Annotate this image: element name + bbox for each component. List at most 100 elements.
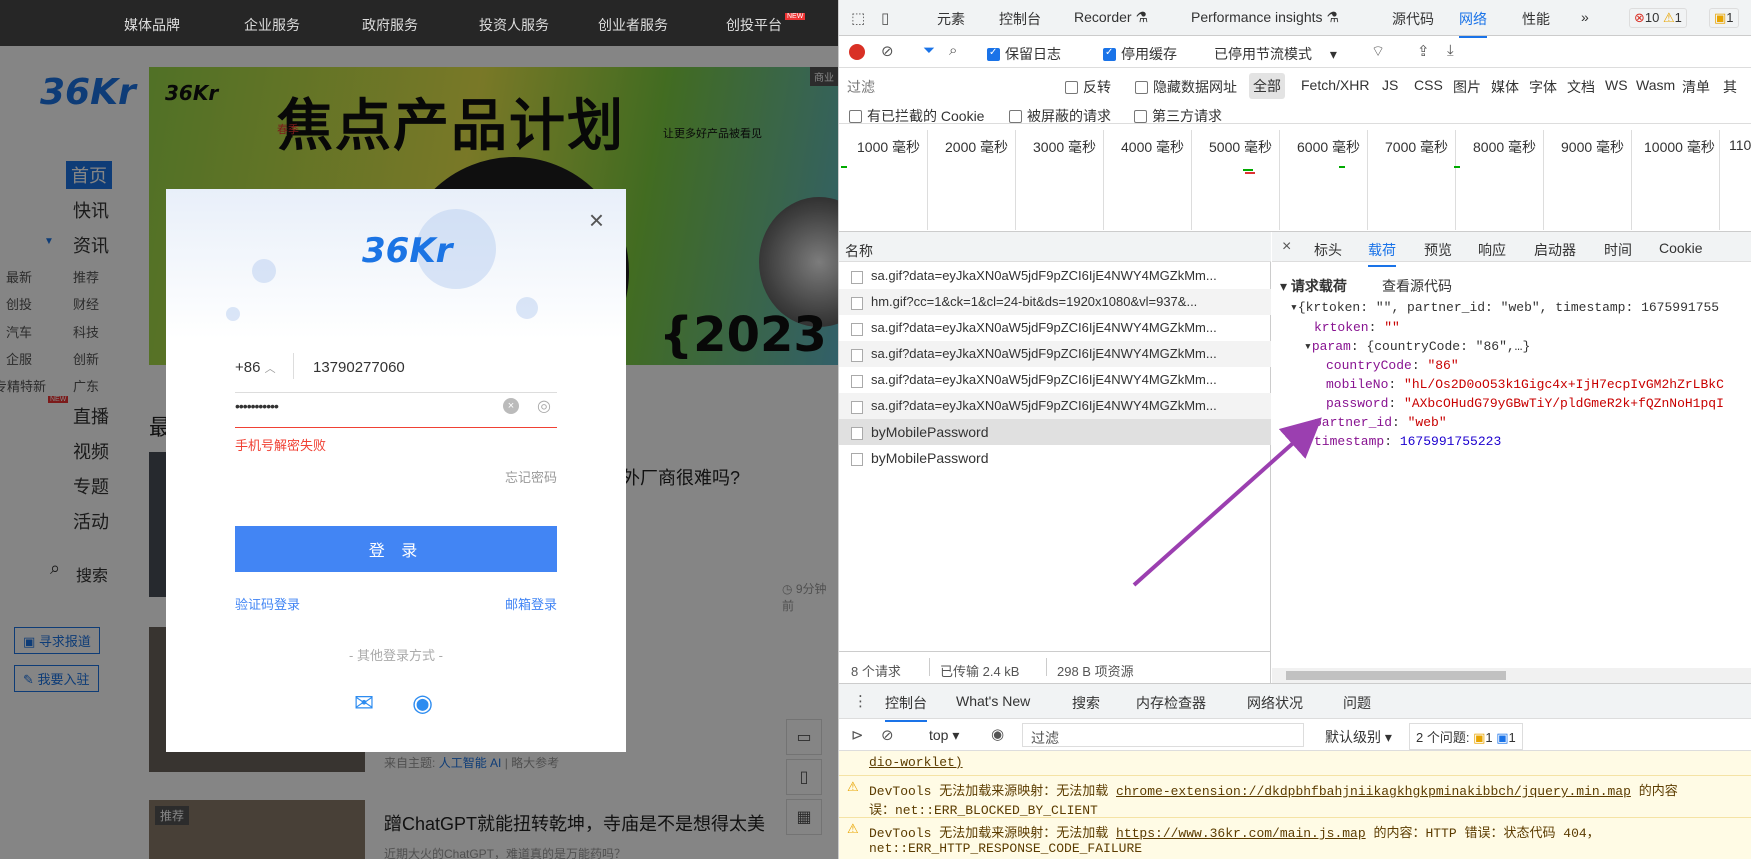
tab-network[interactable]: 网络 <box>1459 9 1487 38</box>
console-warning: ⚠ DevTools 无法加载来源映射：无法加载 https://www.36k… <box>839 817 1751 859</box>
clear-console-icon[interactable]: ⊘ <box>881 726 894 744</box>
tab-elements[interactable]: 元素 <box>937 9 965 29</box>
tab-performance-insights[interactable]: Performance insights ⚗ <box>1191 9 1339 26</box>
request-row[interactable]: hm.gif?cc=1&ck=1&cl=24-bit&ds=1920x1080&… <box>839 289 1271 315</box>
request-row[interactable]: sa.gif?data=eyJkaXN0aW5jdF9pZCI6IjE4NWY4… <box>839 393 1271 419</box>
scrollbar-thumb[interactable] <box>1286 671 1506 680</box>
throttle-select[interactable]: 已停用节流模式 ▾ <box>1214 44 1337 64</box>
nav-item[interactable]: 创业者服务 <box>598 15 668 35</box>
eye-icon[interactable]: ◉ <box>991 725 1004 743</box>
tab-headers[interactable]: 标头 <box>1314 240 1342 260</box>
preserve-log-checkbox[interactable]: 保留日志 <box>987 44 1061 64</box>
tab-console[interactable]: 控制台 <box>999 9 1041 29</box>
tab-preview[interactable]: 预览 <box>1424 240 1452 260</box>
tab-sources[interactable]: 源代码 <box>1392 9 1434 29</box>
sidebar-toggle-icon[interactable]: ⊳ <box>851 726 864 744</box>
request-row[interactable]: byMobilePassword <box>839 445 1271 471</box>
nav-item[interactable]: 企业服务 <box>244 15 300 35</box>
payload-section-title[interactable]: ▾ 请求载荷 <box>1280 276 1347 296</box>
context-select[interactable]: top ▾ <box>929 727 959 744</box>
tab-performance[interactable]: 性能 <box>1522 9 1550 29</box>
drawer-tab-search[interactable]: 搜索 <box>1072 693 1100 713</box>
wechat-icon[interactable]: ✉ <box>354 689 374 718</box>
type-manifest[interactable]: 清单 <box>1682 77 1710 97</box>
clear-icon[interactable]: × <box>503 398 519 414</box>
hide-data-urls-checkbox[interactable]: 隐藏数据网址 <box>1135 77 1237 97</box>
type-css[interactable]: CSS <box>1414 77 1443 93</box>
filter-input[interactable]: 过滤 <box>847 77 875 97</box>
wifi-settings-icon[interactable]: ⌔ <box>1371 42 1385 61</box>
nav-item[interactable]: 投资人服务 <box>479 15 549 35</box>
nav-item[interactable]: 媒体品牌 <box>124 15 180 35</box>
eye-off-icon[interactable]: ◎ <box>537 396 551 416</box>
tab-response[interactable]: 响应 <box>1478 240 1506 260</box>
request-row-selected[interactable]: byMobilePassword <box>839 419 1271 445</box>
console-link[interactable]: chrome-extension://dkdpbhfbahjniikagkhgk… <box>1116 784 1631 799</box>
drawer-tab-network-conditions[interactable]: 网络状况 <box>1247 693 1303 713</box>
drawer-tab-console[interactable]: 控制台 <box>885 693 927 722</box>
type-media[interactable]: 媒体 <box>1491 77 1519 97</box>
close-icon[interactable]: × <box>589 205 604 236</box>
tab-payload[interactable]: 载荷 <box>1368 240 1396 267</box>
email-login-link[interactable]: 邮箱登录 <box>505 594 557 613</box>
type-all[interactable]: 全部 <box>1249 73 1285 99</box>
type-js[interactable]: JS <box>1382 77 1398 93</box>
view-source-link[interactable]: 查看源代码 <box>1382 276 1452 296</box>
tab-cookies[interactable]: Cookie <box>1659 240 1703 256</box>
download-icon[interactable]: ⤓ <box>1447 42 1454 59</box>
drawer-tab-issues[interactable]: 问题 <box>1343 693 1371 713</box>
tab-initiator[interactable]: 启动器 <box>1534 240 1576 260</box>
search-icon[interactable]: ⌕ <box>949 42 957 59</box>
payload-password: password: "AXbcOHudG79yGBwTiY/pldGmeR2k+… <box>1326 396 1724 411</box>
third-party-checkbox[interactable]: 第三方请求 <box>1134 106 1222 126</box>
forgot-password-link[interactable]: 忘记密码 <box>505 467 557 486</box>
device-toggle-icon[interactable]: ▯ <box>881 9 889 27</box>
type-other[interactable]: 其 <box>1723 77 1737 97</box>
request-row[interactable]: sa.gif?data=eyJkaXN0aW5jdF9pZCI6IjE4NWY4… <box>839 315 1271 341</box>
upload-icon[interactable]: ⇪ <box>1417 42 1430 60</box>
blocked-requests-checkbox[interactable]: 被屏蔽的请求 <box>1009 106 1111 126</box>
blocked-cookies-checkbox[interactable]: 有已拦截的 Cookie <box>849 106 984 126</box>
payload-root[interactable]: ▾{krtoken: "", partner_id: "web", timest… <box>1290 300 1719 315</box>
network-summary: 8 个请求 已传输 2.4 kB 298 B 项资源 <box>839 651 1271 683</box>
type-fetch[interactable]: Fetch/XHR <box>1301 77 1369 93</box>
payload-param[interactable]: ▾param: {countryCode: "86",…} <box>1304 339 1530 354</box>
record-icon[interactable] <box>849 44 865 60</box>
nav-item[interactable]: 创投平台 <box>726 15 782 35</box>
tab-timing[interactable]: 时间 <box>1604 240 1632 260</box>
drawer-menu-icon[interactable]: ⋮ <box>853 692 868 710</box>
disable-cache-checkbox[interactable]: 停用缓存 <box>1103 44 1177 64</box>
filter-icon[interactable]: ⏷ <box>923 42 935 59</box>
tab-recorder[interactable]: Recorder ⚗ <box>1074 9 1148 26</box>
horizontal-scrollbar[interactable] <box>1272 668 1751 683</box>
request-row[interactable]: sa.gif?data=eyJkaXN0aW5jdF9pZCI6IjE4NWY4… <box>839 341 1271 367</box>
console-link[interactable]: https://www.36kr.com/main.js.map <box>1116 826 1366 841</box>
timeline-overview[interactable]: 1000 毫秒 2000 毫秒 3000 毫秒 4000 毫秒 5000 毫秒 … <box>839 124 1751 232</box>
type-wasm[interactable]: Wasm <box>1636 77 1675 93</box>
password-input[interactable]: ••••••••••• <box>235 398 279 414</box>
more-tabs-icon[interactable]: » <box>1581 9 1589 25</box>
weibo-icon[interactable]: ◉ <box>412 689 433 718</box>
nav-item[interactable]: 政府服务 <box>362 15 418 35</box>
drawer-tab-whats-new[interactable]: What's New <box>956 693 1030 709</box>
sms-login-link[interactable]: 验证码登录 <box>235 594 300 613</box>
login-button[interactable]: 登 录 <box>235 526 557 572</box>
issues-counter[interactable]: ▣1 <box>1709 8 1739 28</box>
type-img[interactable]: 图片 <box>1453 77 1481 97</box>
console-warning: ⚠ DevTools 无法加载来源映射：无法加载 chrome-extensio… <box>839 775 1751 818</box>
console-issues-button[interactable]: 2 个问题: ▣1 ▣1 <box>1409 723 1523 750</box>
type-font[interactable]: 字体 <box>1529 77 1557 97</box>
inspect-icon[interactable]: ⬚ <box>851 9 865 27</box>
log-level-select[interactable]: 默认级别 ▾ <box>1325 727 1392 747</box>
request-row[interactable]: sa.gif?data=eyJkaXN0aW5jdF9pZCI6IjE4NWY4… <box>839 367 1271 393</box>
error-warning-counter[interactable]: ⊗10 ⚠1 <box>1629 8 1687 28</box>
invert-checkbox[interactable]: 反转 <box>1065 77 1111 97</box>
drawer-tab-memory[interactable]: 内存检查器 <box>1136 693 1206 713</box>
request-row[interactable]: sa.gif?data=eyJkaXN0aW5jdF9pZCI6IjE4NWY4… <box>839 263 1271 289</box>
type-ws[interactable]: WS <box>1605 77 1628 93</box>
name-column-header[interactable]: 名称 <box>839 232 1271 262</box>
console-filter-input[interactable]: 过滤 <box>1022 723 1304 747</box>
type-doc[interactable]: 文档 <box>1567 77 1595 97</box>
close-icon[interactable]: × <box>1282 238 1291 256</box>
clear-icon[interactable]: ⊘ <box>881 42 894 60</box>
